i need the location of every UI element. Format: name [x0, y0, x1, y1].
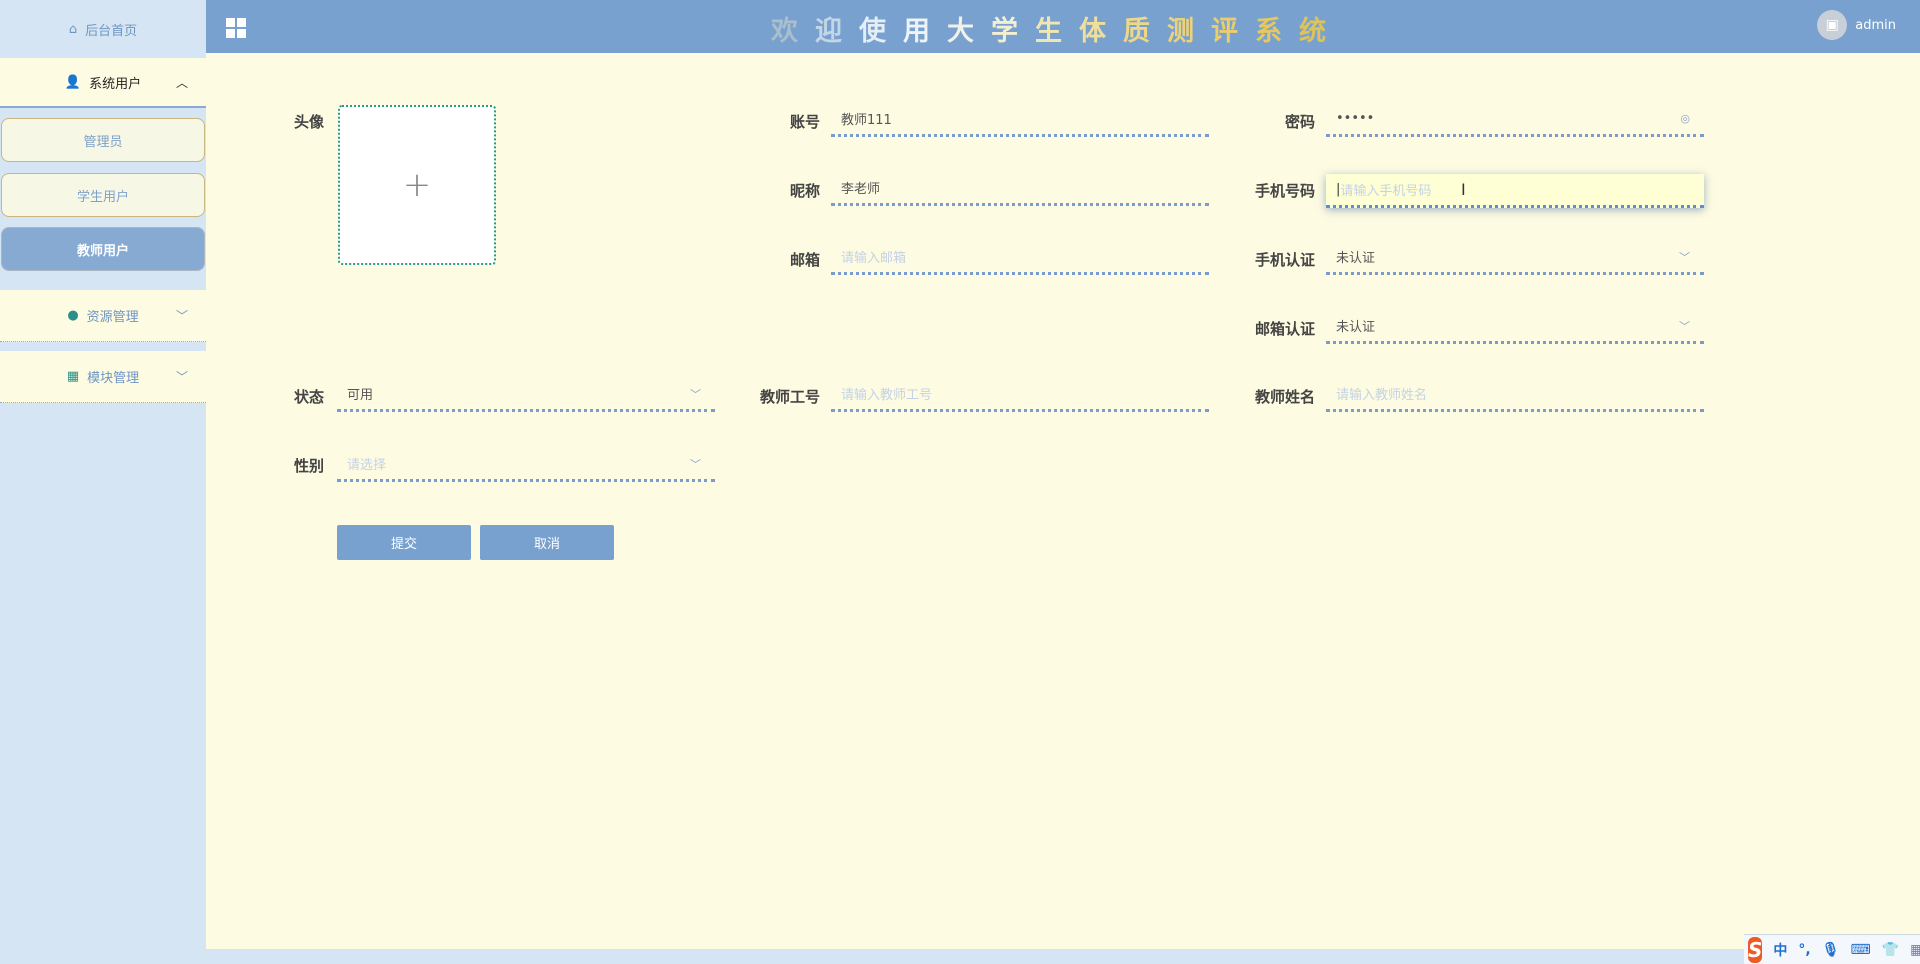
user-icon: 👤 — [64, 74, 82, 90]
menu-grid-icon[interactable] — [226, 18, 246, 38]
eye-icon[interactable]: ◎ — [1680, 112, 1690, 125]
chevron-down-icon: ﹀ — [690, 457, 701, 471]
email-input[interactable]: 请输入邮箱 — [831, 241, 1209, 275]
sidebar: ⌂ 后台首页 👤 系统用户 ︿ 管理员 学生用户 教师用户 ● 资源管理 ﹀ ▦ 模块管理 ﹀ — [0, 0, 206, 949]
title-char: 迎 — [815, 16, 859, 47]
header: 欢迎使用大学生体质测评系统 ▣ admin — [206, 0, 1920, 53]
title-char: 系 — [1255, 16, 1299, 47]
teacher-name-label: 教师姓名 — [1254, 388, 1315, 406]
teacher-no-label: 教师工号 — [759, 388, 820, 406]
chevron-up-icon: ︿ — [175, 75, 188, 90]
sogou-logo-icon[interactable]: S — [1748, 936, 1763, 963]
bulb-icon: ● — [67, 308, 79, 323]
account-label: 账号 — [789, 113, 820, 131]
teacher-form: 头像 + 账号 教师111 密码 ••••• ◎ 昵称 李老师 手机号码 | 请输入… — [206, 53, 1920, 949]
title-char: 用 — [903, 16, 947, 47]
page-title: 欢迎使用大学生体质测评系统 — [771, 9, 1343, 48]
title-char: 质 — [1123, 16, 1167, 47]
chevron-down-icon: ﹀ — [175, 370, 188, 384]
phone-input[interactable]: | 请输入手机号码 I — [1326, 174, 1704, 208]
email-verify-select[interactable]: 未认证 ﹀ — [1326, 310, 1704, 344]
title-char: 体 — [1079, 16, 1123, 47]
sidebar-item-teachers[interactable]: 教师用户 — [1, 227, 205, 271]
title-char: 大 — [947, 16, 991, 47]
title-char: 学 — [991, 16, 1035, 47]
title-char: 使 — [859, 16, 903, 47]
grid-icon: ▦ — [66, 369, 80, 384]
sidebar-group-system-users[interactable]: 👤 系统用户 ︿ — [0, 58, 206, 108]
status-select[interactable]: 可用 ﹀ — [337, 378, 715, 412]
chevron-down-icon: ﹀ — [175, 309, 188, 323]
chevron-down-icon: ﹀ — [1679, 250, 1690, 264]
avatar-label: 头像 — [294, 113, 325, 131]
password-input[interactable]: ••••• ◎ — [1326, 103, 1704, 137]
chevron-down-icon: ﹀ — [690, 387, 701, 401]
email-label: 邮箱 — [789, 251, 820, 269]
avatar: ▣ — [1817, 10, 1848, 40]
phone-label: 手机号码 — [1254, 182, 1315, 200]
teacher-name-input[interactable]: 请输入教师姓名 — [1326, 378, 1704, 412]
password-label: 密码 — [1284, 113, 1315, 131]
title-char: 测 — [1167, 16, 1211, 47]
cancel-button[interactable]: 取消 — [480, 525, 614, 560]
ime-punct-toggle[interactable]: °, — [1798, 942, 1810, 958]
image-icon: ▣ — [1825, 17, 1839, 33]
microphone-icon[interactable]: 🎙 — [1822, 942, 1840, 958]
skin-icon[interactable]: 👕 — [1882, 942, 1899, 958]
submit-button[interactable]: 提交 — [337, 525, 471, 560]
phone-verify-select[interactable]: 未认证 ﹀ — [1326, 241, 1704, 275]
plus-icon: + — [402, 165, 432, 205]
sidebar-item-students[interactable]: 学生用户 — [1, 173, 205, 217]
nickname-input[interactable]: 李老师 — [831, 172, 1209, 206]
status-label: 状态 — [294, 388, 325, 406]
email-verify-label: 邮箱认证 — [1254, 320, 1315, 338]
apps-icon[interactable]: ▦ — [1910, 942, 1920, 958]
title-char: 欢 — [771, 16, 815, 47]
sidebar-group-resources[interactable]: ● 资源管理 ﹀ — [0, 290, 206, 342]
title-char: 统 — [1299, 16, 1343, 47]
nickname-label: 昵称 — [789, 182, 820, 200]
phone-verify-label: 手机认证 — [1254, 251, 1315, 269]
title-char: 生 — [1035, 16, 1079, 47]
gender-select[interactable]: 请选择 ﹀ — [337, 448, 715, 482]
keyboard-icon[interactable]: ⌨ — [1851, 942, 1871, 958]
user-menu[interactable]: ▣ admin — [1817, 10, 1896, 40]
teacher-no-input[interactable]: 请输入教师工号 — [831, 378, 1209, 412]
avatar-upload[interactable]: + — [338, 105, 496, 265]
title-char: 评 — [1211, 16, 1255, 47]
account-input[interactable]: 教师111 — [831, 103, 1209, 137]
chevron-down-icon: ﹀ — [1679, 319, 1690, 333]
gender-label: 性别 — [294, 457, 325, 475]
ime-toolbar: S 中 °, 🎙 ⌨ 👕 ▦ — [1744, 934, 1920, 964]
sidebar-item-admin[interactable]: 管理员 — [1, 118, 205, 162]
home-icon: ⌂ — [68, 21, 78, 37]
text-cursor-icon: I — [1461, 180, 1466, 199]
sidebar-group-modules[interactable]: ▦ 模块管理 ﹀ — [0, 351, 206, 403]
sidebar-item-home[interactable]: ⌂ 后台首页 — [0, 0, 206, 58]
ime-mode-toggle[interactable]: 中 — [1773, 940, 1787, 960]
